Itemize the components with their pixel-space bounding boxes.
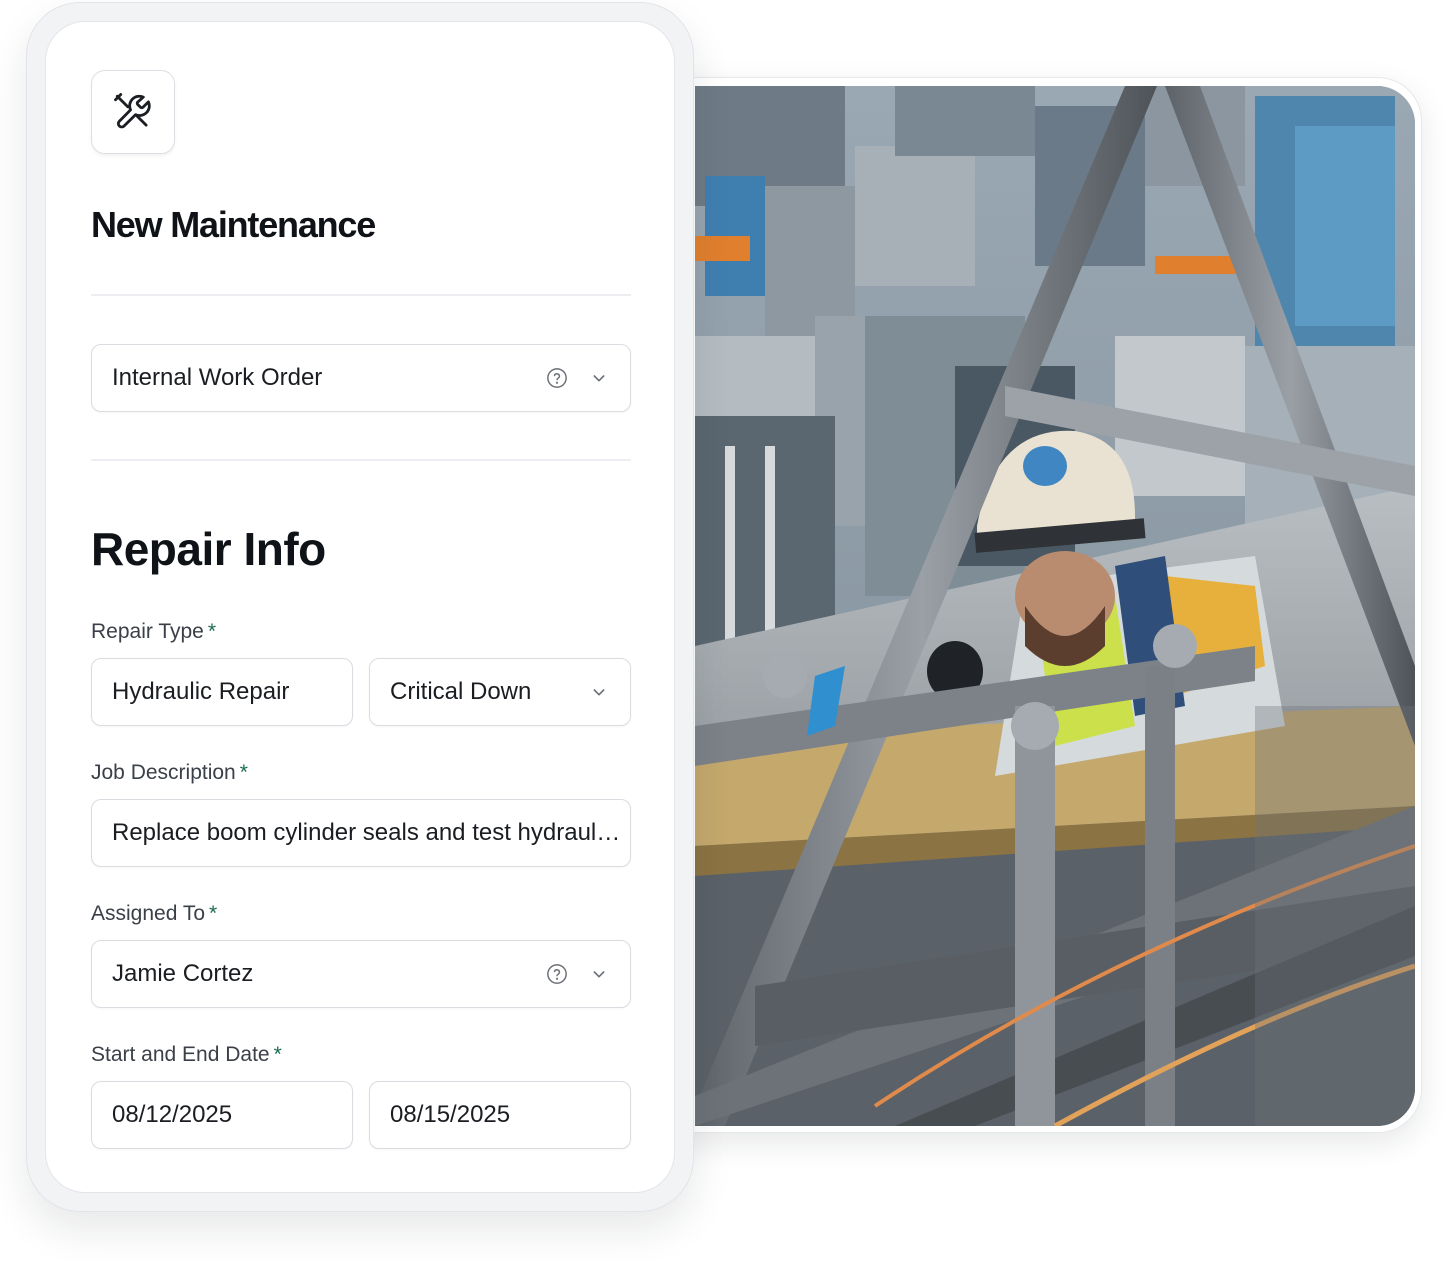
work-order-type-select[interactable]: Internal Work Order — [91, 344, 631, 412]
wrench-screwdriver-icon — [91, 70, 175, 154]
assigned-to-label: Assigned To * — [91, 902, 218, 925]
end-date-value: 08/15/2025 — [390, 1101, 511, 1128]
help-circle-icon[interactable] — [546, 963, 568, 985]
repair-type-label: Repair Type * — [91, 620, 217, 643]
form-card: New Maintenance Internal Work Order Repa… — [26, 2, 694, 1212]
worker-photo — [695, 86, 1415, 1126]
assigned-to-select[interactable]: Jamie Cortez — [91, 940, 631, 1008]
severity-select[interactable]: Critical Down — [369, 658, 631, 726]
chevron-down-icon[interactable] — [590, 369, 608, 387]
photo-card — [640, 77, 1422, 1133]
severity-value: Critical Down — [390, 678, 532, 705]
chevron-down-icon[interactable] — [590, 965, 608, 983]
section-title: Repair Info — [91, 523, 326, 575]
chevron-down-icon[interactable] — [590, 683, 608, 701]
job-description-label: Job Description * — [91, 761, 248, 784]
form-panel: New Maintenance Internal Work Order Repa… — [45, 21, 675, 1193]
repair-type-value: Hydraulic Repair — [112, 678, 290, 705]
repair-type-input[interactable]: Hydraulic Repair — [91, 658, 353, 726]
help-circle-icon[interactable] — [546, 367, 568, 389]
start-date-value: 08/12/2025 — [112, 1101, 233, 1128]
divider — [91, 294, 631, 296]
divider — [91, 459, 631, 461]
start-date-input[interactable]: 08/12/2025 — [91, 1081, 353, 1149]
assigned-to-value: Jamie Cortez — [112, 960, 254, 987]
work-order-type-value: Internal Work Order — [112, 364, 323, 391]
date-range-label: Start and End Date * — [91, 1043, 282, 1066]
job-description-value: Replace boom cylinder seals and test hyd… — [112, 819, 624, 846]
job-description-input[interactable]: Replace boom cylinder seals and test hyd… — [91, 799, 631, 867]
construction-worker-image — [695, 86, 1415, 1126]
page-title: New Maintenance — [91, 204, 376, 245]
end-date-input[interactable]: 08/15/2025 — [369, 1081, 631, 1149]
